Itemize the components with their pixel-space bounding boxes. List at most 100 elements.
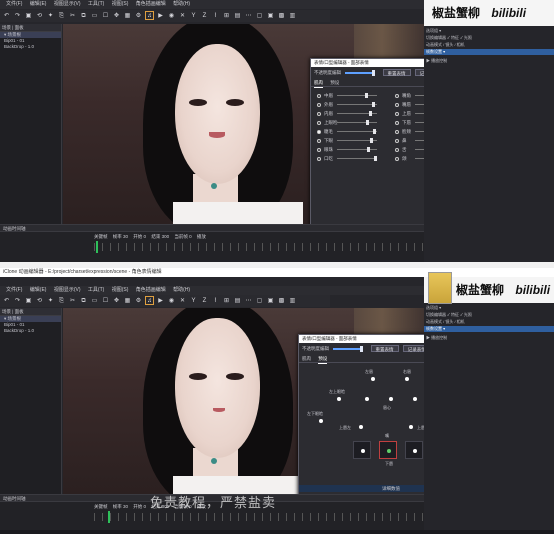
toolbar-icon[interactable]: ▦ [123,297,132,306]
toolbar-icon[interactable]: ⟲ [35,297,44,306]
toolbar-icon[interactable]: ⋯ [244,12,253,21]
toolbar-icon[interactable]: ↶ [2,12,11,21]
toolbar-icon[interactable]: ✥ [112,297,121,306]
reset-expression-button[interactable]: 重置表情 [370,345,399,353]
scene-panel-tabs[interactable]: 场景 | 面板 [0,308,61,316]
toolbar-icon[interactable]: ▢ [255,12,264,21]
toolbar-icon[interactable]: ↶ [2,297,11,306]
tl-current[interactable]: 当前帧 0 [174,233,191,241]
panel-row[interactable]: ▶ 播放控制 [424,58,554,64]
muscle-slider[interactable] [337,93,377,98]
toolbar-icon[interactable]: ▥ [288,297,297,306]
timeline-ruler[interactable] [94,513,424,521]
control-node[interactable] [365,397,369,401]
scene-tree-item[interactable]: BackDrop - 1.0 [0,328,61,334]
toolbar-icon[interactable]: ▣ [266,297,275,306]
toolbar-icon[interactable]: ⌇ [211,297,220,306]
panel-row[interactable]: 切换编辑器 ✓ 特征 ✓ 光照 [424,312,554,318]
radio-button[interactable] [395,129,399,134]
panel-row[interactable]: 动画模式 / 镜头 / 相机 [424,319,554,325]
control-node[interactable] [371,377,375,381]
tl-keyframe[interactable]: 关键帧 [94,233,108,241]
toolbar-icon[interactable]: ▩ [277,12,286,21]
toolbar-icon[interactable]: ▣ [266,12,275,21]
radio-button[interactable] [395,138,399,143]
radio-button[interactable] [395,120,399,125]
menu-help[interactable]: 帮助(H) [173,286,190,295]
radio-button[interactable] [317,111,321,116]
radio-button[interactable] [317,129,321,134]
tab-muscle[interactable]: 肌肉 [302,355,311,363]
menu-tools[interactable]: 工具(T) [88,286,104,295]
radio-button[interactable] [317,147,321,152]
timeline-playhead[interactable] [108,511,110,523]
radio-button[interactable] [395,156,399,161]
scene-tree-item[interactable]: BackDrop - 1.0 [0,44,61,50]
toolbar-icon[interactable]: ☐ [101,12,110,21]
control-node[interactable] [405,377,409,381]
menu-help[interactable]: 帮助(H) [173,0,190,9]
menu-view[interactable]: 视图(S) [112,286,129,295]
toolbar-icon[interactable]: ⚙ [134,297,143,306]
toolbar-icon[interactable]: ▶ [156,297,165,306]
toolbar-icon[interactable]: ▤ [233,12,242,21]
toolbar-icon[interactable]: Y [189,297,198,306]
toolbar-icon[interactable]: ⌇ [211,12,220,21]
muscle-slider[interactable] [337,147,377,152]
tl-keyframe[interactable]: 关键帧 [94,503,108,511]
menu-character[interactable]: 角色插画编辑 [136,286,166,295]
jaw-pad-center[interactable] [379,441,397,459]
radio-button[interactable] [317,93,321,98]
panel-row[interactable]: 选项组 ▾ [424,28,554,34]
tl-fps[interactable]: 帧率 30 [113,503,128,511]
radio-button[interactable] [395,111,399,116]
tl-play[interactable]: 播放 [197,233,206,241]
tab-preset[interactable]: 预设 [330,79,339,87]
toolbar-icon[interactable]: ⊞ [222,297,231,306]
toolbar-icon[interactable]: ⎘ [57,12,66,21]
panel-row[interactable]: 选项组 ▾ [424,305,554,311]
muscle-slider[interactable] [337,102,377,107]
radio-button[interactable] [317,138,321,143]
control-node[interactable] [359,425,363,429]
control-node[interactable] [409,425,413,429]
control-node[interactable] [337,397,341,401]
toolbar-icon[interactable]: ⊞ [222,12,231,21]
panel-row-selected[interactable]: 帧数设置 ▾ [424,49,554,55]
jaw-pad-left[interactable] [353,441,371,459]
toolbar-icon[interactable]: ♫ [145,11,154,20]
toolbar-icon[interactable]: ♫ [145,296,154,305]
muscle-control[interactable]: 下眼 [317,136,381,145]
panel-row[interactable]: 切换编辑器 ✓ 特征 ✓ 光照 [424,35,554,41]
toolbar-icon[interactable]: ▭ [90,297,99,306]
toolbar-icon[interactable]: ⧉ [79,12,88,21]
toolbar-icon[interactable]: ✕ [178,12,187,21]
menu-edit[interactable]: 编辑(E) [30,286,47,295]
control-node[interactable] [413,397,417,401]
muscle-slider[interactable] [337,156,377,161]
toolbar-icon[interactable]: ☐ [101,297,110,306]
menu-edit[interactable]: 编辑(E) [30,0,47,9]
toolbar-icon[interactable]: ↷ [13,12,22,21]
muscle-slider[interactable] [337,120,377,125]
radio-button[interactable] [395,102,399,107]
timeline-playhead[interactable] [96,241,98,253]
toolbar-icon[interactable]: ▶ [156,12,165,21]
muscle-control[interactable]: 中眉 [317,91,381,100]
tl-fps[interactable]: 帧率 30 [113,233,128,241]
muscle-control[interactable]: 眼珠 [317,145,381,154]
toolbar-icon[interactable]: ✂ [68,12,77,21]
toolbar-icon[interactable]: ▭ [90,12,99,21]
menu-file[interactable]: 文件(F) [6,0,22,9]
toolbar-icon[interactable]: ✦ [46,12,55,21]
menu-tools[interactable]: 工具(T) [88,0,104,9]
intensity-slider[interactable] [345,69,376,76]
tl-start[interactable]: 开始 0 [133,503,146,511]
reset-expression-button[interactable]: 重置表情 [382,69,411,77]
muscle-slider[interactable] [337,129,377,134]
muscle-control[interactable]: 外眉 [317,100,381,109]
menu-view[interactable]: 视图(S) [112,0,129,9]
muscle-slider[interactable] [337,111,377,116]
toolbar-icon[interactable]: ↷ [13,297,22,306]
toolbar-icon[interactable]: ⎘ [57,297,66,306]
